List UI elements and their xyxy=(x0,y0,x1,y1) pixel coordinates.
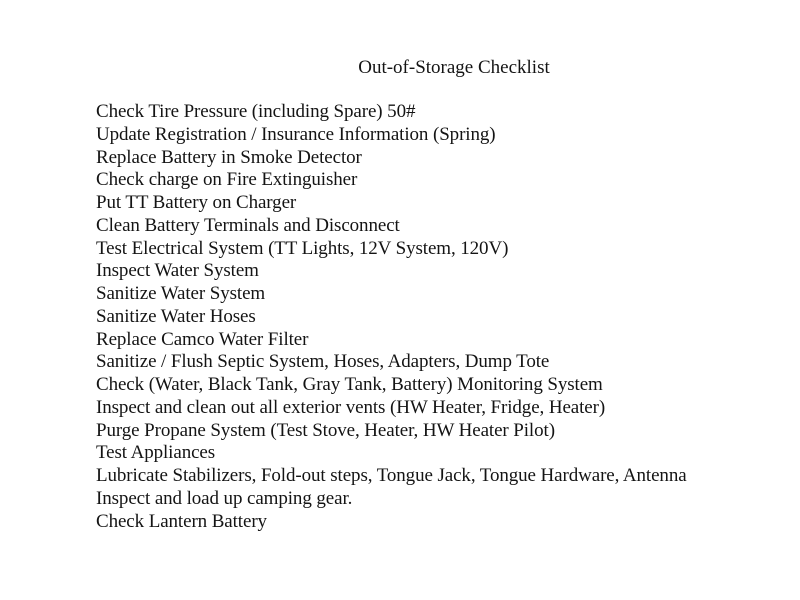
checklist-item: Replace Camco Water Filter xyxy=(96,328,309,350)
checklist-item: Test Appliances xyxy=(96,442,216,464)
checklist-item: Check charge on Fire Extinguisher xyxy=(96,169,358,191)
checklist-item: Replace Battery in Smoke Detector xyxy=(96,146,362,168)
checklist-item: Purge Propane System (Test Stove, Heater… xyxy=(96,419,555,441)
checklist-item: Put TT Battery on Charger xyxy=(96,192,297,213)
checklist: Check Tire Pressure (including Spare) 50… xyxy=(96,101,687,533)
checklist-item: Sanitize Water System xyxy=(96,283,266,304)
checklist-item: Sanitize Water Hoses xyxy=(96,305,256,327)
checklist-item: Lubricate Stabilizers, Fold-out steps, T… xyxy=(96,465,687,486)
document-title: Out-of-Storage Checklist xyxy=(358,57,550,78)
checklist-item: Inspect Water System xyxy=(96,260,259,282)
checklist-item: Check (Water, Black Tank, Gray Tank, Bat… xyxy=(96,374,603,395)
checklist-item: Check Tire Pressure (including Spare) 50… xyxy=(96,101,416,122)
checklist-item: Clean Battery Terminals and Disconnect xyxy=(96,214,400,236)
checklist-item: Inspect and load up camping gear. xyxy=(96,487,353,509)
checklist-item: Test Electrical System (TT Lights, 12V S… xyxy=(96,237,509,259)
checklist-item: Check Lantern Battery xyxy=(96,510,267,532)
checklist-item: Inspect and clean out all exterior vents… xyxy=(96,396,606,418)
checklist-item: Sanitize / Flush Septic System, Hoses, A… xyxy=(96,351,550,373)
checklist-item: Update Registration / Insurance Informat… xyxy=(96,123,496,145)
